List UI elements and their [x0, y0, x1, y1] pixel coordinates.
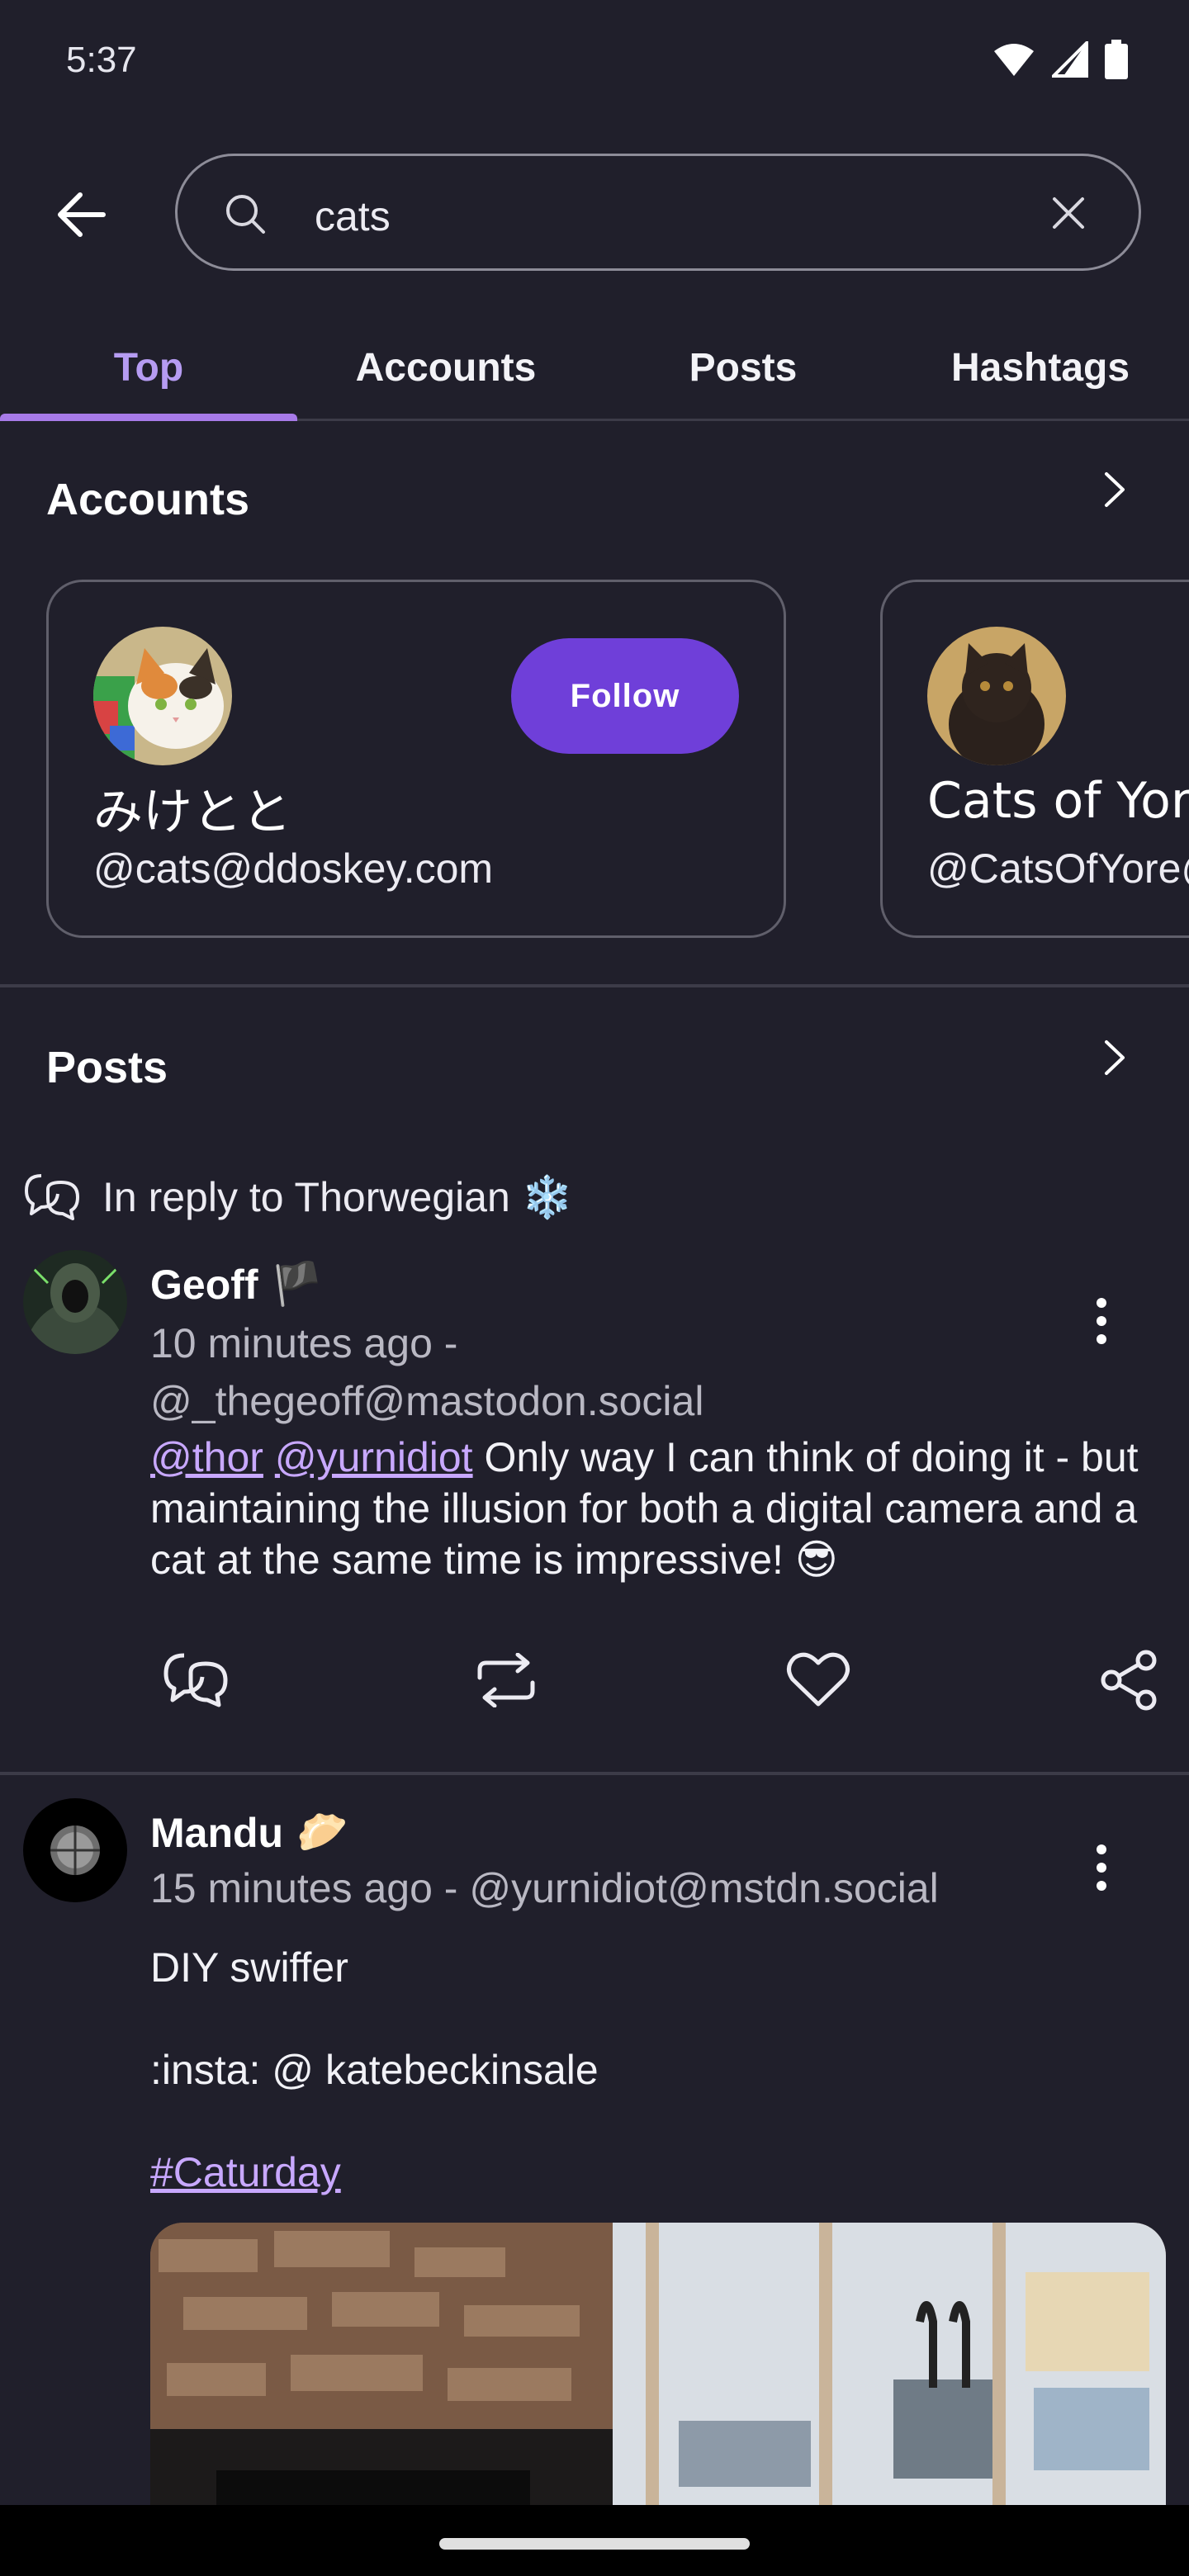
reply-indicator[interactable]: In reply to Thorwegian ❄️ [23, 1171, 573, 1224]
tab-accounts-label: Accounts [355, 345, 537, 390]
signal-icon [1052, 41, 1088, 78]
repeat-icon [477, 1653, 535, 1707]
account-card[interactable]: Cats of Yore @CatsOfYore@ [880, 580, 1189, 938]
chevron-right-icon[interactable] [1097, 1039, 1130, 1077]
share-icon [1101, 1650, 1157, 1711]
tab-top-label: Top [113, 345, 184, 390]
search-screen: 5:37 cats Top Accounts Posts Hashtags Ac… [0, 0, 1189, 2576]
heart-icon [787, 1652, 850, 1707]
reply-icon [25, 1174, 79, 1220]
search-input[interactable]: cats [175, 154, 1141, 271]
tab-hashtags[interactable]: Hashtags [892, 314, 1189, 421]
avatar[interactable] [23, 1798, 127, 1902]
more-vertical-icon[interactable] [1095, 1843, 1108, 1892]
black-kitten-avatar-icon [927, 627, 1066, 765]
search-tabs: Top Accounts Posts Hashtags [0, 314, 1189, 421]
arrow-back-icon [58, 192, 106, 237]
search-query: cats [315, 193, 391, 239]
follow-button[interactable]: Follow [511, 638, 739, 754]
tab-posts[interactable]: Posts [594, 314, 892, 421]
avatar[interactable] [927, 627, 1066, 765]
search-icon [226, 195, 265, 234]
system-navigation-bar [0, 2505, 1189, 2576]
section-divider [0, 984, 1189, 987]
status-time: 5:37 [66, 40, 137, 80]
account-card[interactable]: Follow みけとと @cats@ddoskey.com [46, 580, 786, 938]
post-author-name: Geoff [150, 1261, 258, 1308]
hashtag-link[interactable]: #Caturday [150, 2147, 1158, 2198]
wifi-icon [994, 44, 1034, 76]
mention-link[interactable]: @thor [150, 1434, 263, 1480]
avatar[interactable] [23, 1250, 127, 1354]
back-button[interactable] [48, 182, 114, 248]
post-meta: 10 minutes ago - @_thegeoff@mastodon.soc… [150, 1314, 703, 1430]
tab-accounts[interactable]: Accounts [297, 314, 594, 421]
tab-hashtags-label: Hashtags [950, 345, 1130, 390]
account-display-name: Cats of Yore [927, 772, 1189, 830]
hooded-figure-avatar-icon [23, 1250, 127, 1354]
tab-top[interactable]: Top [0, 314, 297, 421]
tab-indicator [0, 414, 297, 421]
post-handle: @_thegeoff@mastodon.social [150, 1378, 704, 1424]
reply-icon [163, 1653, 228, 1707]
close-icon[interactable] [1048, 192, 1089, 234]
post-time-handle: 15 minutes ago - @yurnidiot@mstdn.social [150, 1865, 939, 1911]
post-author[interactable]: Mandu 🥟 [150, 1808, 348, 1857]
post-author[interactable]: Geoff 🏴 [150, 1260, 323, 1309]
post-author-name: Mandu [150, 1809, 284, 1856]
post-actions [150, 1635, 1166, 1726]
post-divider [0, 1772, 1189, 1775]
posts-section-title: Posts [46, 1043, 168, 1092]
reply-button[interactable] [150, 1635, 241, 1726]
author-emoji: 🥟 [296, 1808, 348, 1856]
post-content: @thor @yurnidiot Only way I can think of… [150, 1432, 1158, 1585]
hashtag-text: #Caturday [150, 2149, 341, 2195]
author-emoji: 🏴 [271, 1260, 323, 1308]
battery-icon [1105, 40, 1128, 79]
post-time: 10 minutes ago - [150, 1320, 458, 1366]
post-text: DIY swiffer [150, 1944, 348, 1991]
chevron-right-icon[interactable] [1097, 471, 1130, 509]
account-handle: @cats@ddoskey.com [93, 845, 494, 892]
account-display-name: みけとと [93, 784, 291, 841]
avatar[interactable] [93, 627, 232, 765]
status-bar: 5:37 [0, 0, 1189, 124]
mention-link[interactable]: @yurnidiot [275, 1434, 473, 1480]
account-handle: @CatsOfYore@ [927, 845, 1189, 892]
favourite-button[interactable] [773, 1635, 864, 1726]
cat-avatar-icon [93, 627, 232, 765]
accounts-section-title: Accounts [46, 475, 250, 524]
boost-button[interactable] [461, 1635, 552, 1726]
post-text: :insta: @ katebeckinsale [150, 2047, 599, 2093]
home-gesture-handle[interactable] [439, 2538, 750, 2550]
status-icons [992, 40, 1128, 79]
crosshair-avatar-icon [23, 1798, 127, 1902]
more-vertical-icon[interactable] [1095, 1296, 1108, 1346]
tab-posts-label: Posts [689, 345, 798, 390]
share-button[interactable] [1083, 1635, 1174, 1726]
reply-to-text: In reply to Thorwegian ❄️ [102, 1173, 573, 1220]
